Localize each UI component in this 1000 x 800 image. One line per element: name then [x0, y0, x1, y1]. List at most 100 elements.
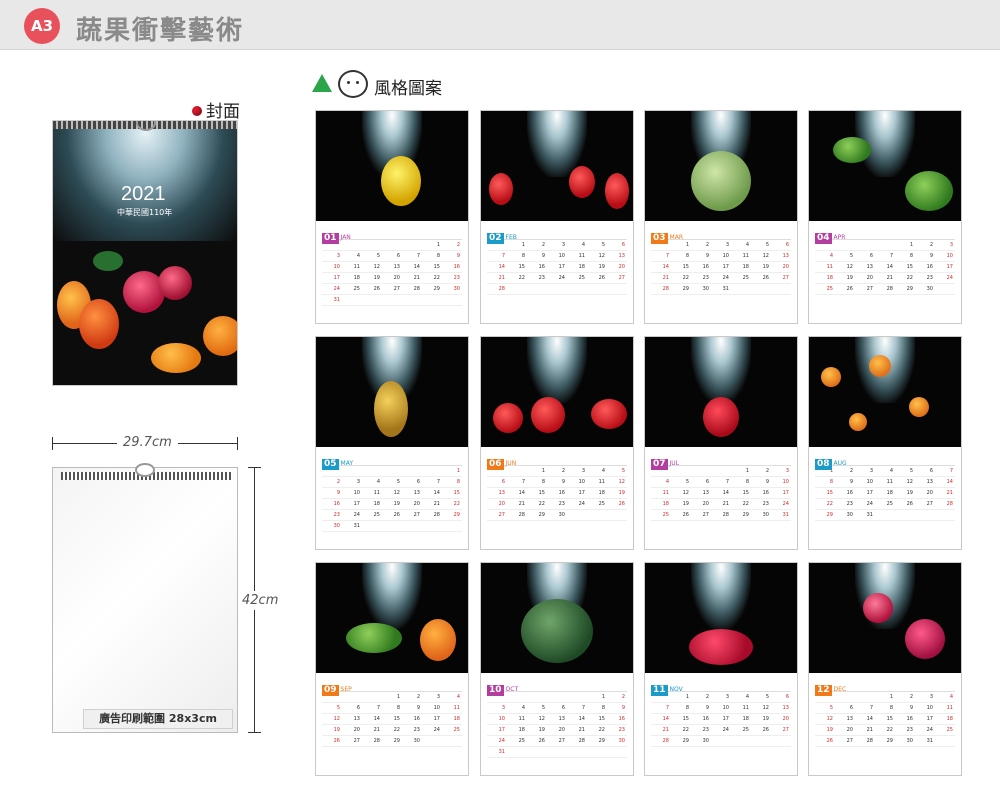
day-cell: 12	[671, 488, 691, 499]
day-cell: 22	[895, 273, 915, 284]
day-cell: 2	[751, 466, 771, 477]
month-page-aug[interactable]: 08 AUG 1 2 3 4 5 6 7 8 9 10 11 12 13 14 15 16 17 18 19 20 21 22…	[808, 336, 962, 550]
day-cell: 15	[527, 488, 547, 499]
day-cell: 10	[487, 714, 507, 725]
day-cell: 23	[442, 273, 462, 284]
month-number: 03	[651, 233, 668, 244]
day-cell: 27	[607, 273, 627, 284]
day-cell: 19	[751, 714, 771, 725]
month-page-may[interactable]: 05 MAY 1 2 3 4 5 6 7 8 9 10 11 12 13 14 15 16 17 18 19 20 21 22…	[315, 336, 469, 550]
day-cell	[711, 736, 731, 747]
day-cell: 15	[382, 714, 402, 725]
day-cell: 23	[691, 273, 711, 284]
produce-shape	[689, 629, 753, 665]
ad-print-area: 廣告印刷範圍 28x3cm	[83, 709, 233, 729]
day-cell: 31	[487, 747, 507, 758]
day-cell: 19	[322, 725, 342, 736]
day-cell: 19	[607, 488, 627, 499]
day-cell	[547, 692, 567, 703]
day-cell: 18	[342, 273, 362, 284]
day-cell: 8	[671, 251, 691, 262]
month-page-sep[interactable]: 09 SEP 1 2 3 4 5 6 7 8 9 10 11 12 13 14 15 16 17 18 19 20 21 22…	[315, 562, 469, 776]
month-page-nov[interactable]: 11 NOV 1 2 3 4 5 6 7 8 9 10 11 12 13 14 15 16 17 18 19 20 21 22…	[644, 562, 798, 776]
month-page-dec[interactable]: 12 DEC 1 2 3 4 5 6 7 8 9 10 11 12 13 14 15 16 17 18 19 20 21 22…	[808, 562, 962, 776]
day-cell: 2	[322, 477, 342, 488]
red-dot-icon	[192, 106, 202, 116]
day-cell	[422, 466, 442, 477]
day-cell: 26	[607, 499, 627, 510]
day-cell: 16	[442, 262, 462, 273]
day-cell: 9	[751, 477, 771, 488]
month-photo	[645, 111, 797, 221]
day-grid: 1 2 3 4 5 6 7 8 9 10 11 12 13 14 15 16 17 18 19 20 21 22 23 24 2…	[322, 691, 462, 747]
day-cell	[402, 521, 422, 532]
day-cell: 6	[342, 703, 362, 714]
cover-year: 2021	[121, 183, 166, 205]
day-cell: 18	[875, 488, 895, 499]
day-cell: 4	[875, 466, 895, 477]
day-cell: 26	[587, 273, 607, 284]
day-grid: 1 2 3 4 5 6 7 8 9 10 11 12 13 14 15 16 17 18 19 20 21 22 23 24 2…	[487, 691, 627, 758]
day-cell: 17	[342, 499, 362, 510]
day-cell: 30	[402, 736, 422, 747]
day-cell: 5	[587, 240, 607, 251]
day-cell: 4	[651, 477, 671, 488]
water-splash	[361, 563, 423, 629]
month-calendar: 04 APR 1 2 3 4 5 6 7 8 9 10 11 12 13 14 15 16 17 18 19 20 21 22…	[815, 225, 955, 317]
day-cell: 26	[322, 736, 342, 747]
day-cell: 11	[442, 703, 462, 714]
day-cell: 18	[362, 499, 382, 510]
day-cell: 24	[567, 499, 587, 510]
day-cell	[567, 747, 587, 758]
month-name: NOV	[669, 686, 683, 693]
month-photo	[809, 563, 961, 673]
month-page-mar[interactable]: 03 MAR 1 2 3 4 5 6 7 8 9 10 11 12 13 14 15 16 17 18 19 20 21 22…	[644, 110, 798, 324]
month-page-jan[interactable]: 01 JAN 1 2 3 4 5 6 7 8 9 10 11 12 13 14 15 16 17 18 19 20 21 22…	[315, 110, 469, 324]
day-cell: 5	[322, 703, 342, 714]
day-cell: 7	[507, 477, 527, 488]
day-cell: 22	[815, 499, 835, 510]
day-cell: 5	[751, 692, 771, 703]
day-cell: 26	[671, 510, 691, 521]
day-cell: 26	[527, 736, 547, 747]
day-cell: 1	[671, 692, 691, 703]
day-cell: 21	[487, 273, 507, 284]
day-cell: 25	[935, 725, 955, 736]
day-cell: 22	[671, 273, 691, 284]
day-cell: 22	[507, 273, 527, 284]
day-cell: 16	[691, 714, 711, 725]
day-cell: 17	[711, 714, 731, 725]
month-header: 10 OCT	[487, 677, 627, 696]
month-page-oct[interactable]: 10 OCT 1 2 3 4 5 6 7 8 9 10 11 12 13 14 15 16 17 18 19 20 21 22…	[480, 562, 634, 776]
month-photo	[481, 337, 633, 447]
day-cell: 8	[587, 703, 607, 714]
cover-image[interactable]: 2021 中華民國110年	[52, 120, 238, 386]
month-page-jul[interactable]: 07 JUL 1 2 3 4 5 6 7 8 9 10 11 12 13 14 15 16 17 18 19 20 21 22…	[644, 336, 798, 550]
cover-subtitle: 中華民國110年	[117, 208, 173, 217]
day-cell: 16	[547, 488, 567, 499]
day-cell: 2	[895, 692, 915, 703]
produce-shape	[531, 397, 565, 433]
day-cell: 23	[547, 499, 567, 510]
day-cell: 20	[547, 725, 567, 736]
day-cell: 6	[915, 466, 935, 477]
month-photo	[481, 111, 633, 221]
month-page-apr[interactable]: 04 APR 1 2 3 4 5 6 7 8 9 10 11 12 13 14 15 16 17 18 19 20 21 22…	[808, 110, 962, 324]
month-page-feb[interactable]: 02 FEB 1 2 3 4 5 6 7 8 9 10 11 12 13 14 15 16 17 18 19 20 21 22…	[480, 110, 634, 324]
day-cell: 3	[567, 466, 587, 477]
water-splash	[526, 337, 588, 403]
day-cell	[382, 521, 402, 532]
day-cell	[587, 284, 607, 295]
day-cell	[607, 284, 627, 295]
month-page-jun[interactable]: 06 JUN 1 2 3 4 5 6 7 8 9 10 11 12 13 14 15 16 17 18 19 20 21 22…	[480, 336, 634, 550]
day-cell: 19	[895, 488, 915, 499]
day-cell: 12	[895, 477, 915, 488]
header-bar: A3 蔬果衝擊藝術	[0, 0, 1000, 50]
day-cell: 27	[402, 510, 422, 521]
day-cell: 16	[691, 262, 711, 273]
day-cell: 29	[442, 510, 462, 521]
produce-shape	[863, 593, 893, 623]
day-cell: 2	[547, 466, 567, 477]
day-cell: 11	[507, 714, 527, 725]
month-name: OCT	[505, 686, 519, 693]
